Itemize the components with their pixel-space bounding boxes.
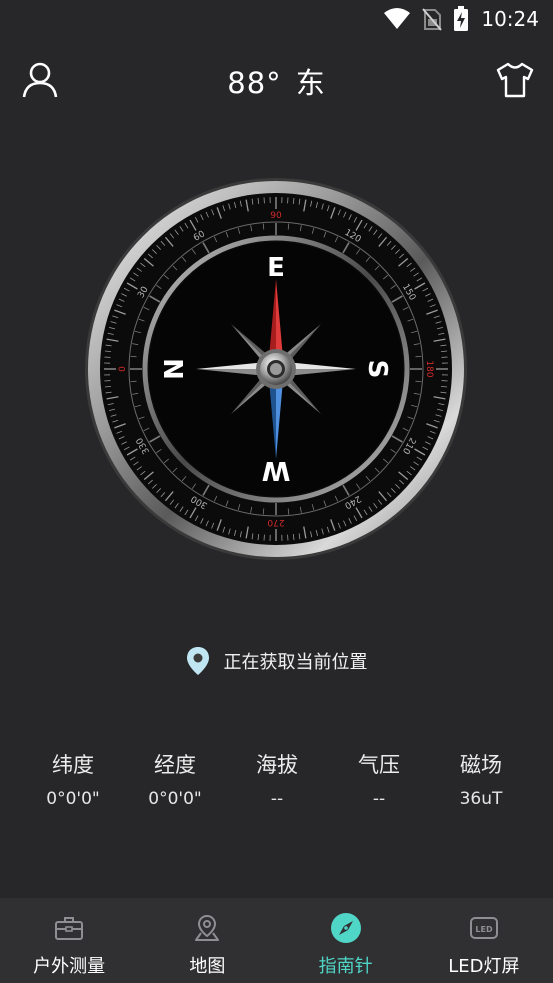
compass-degree-label: 180 bbox=[424, 360, 434, 377]
compass-cardinal-right: S bbox=[362, 360, 392, 379]
compass-degree-label: 90 bbox=[270, 211, 282, 221]
compass-cardinal-bottom: W bbox=[262, 455, 291, 485]
compass-icon bbox=[330, 913, 361, 943]
svg-text:LED: LED bbox=[475, 925, 493, 934]
compass-inner-tick bbox=[262, 223, 265, 230]
status-time: 10:24 bbox=[481, 7, 539, 31]
stat-label: 经度 bbox=[154, 753, 196, 777]
heading-degrees: 88° bbox=[227, 66, 282, 100]
nav-label: LED灯屏 bbox=[448, 956, 520, 977]
compass-degree-label: 270 bbox=[267, 517, 284, 527]
stat-longitude: 经度 0°0'0" bbox=[124, 748, 226, 812]
stat-value: -- bbox=[270, 789, 284, 809]
bottom-nav: 户外测量 地图 指南针 LED LED灯屏 bbox=[0, 898, 553, 983]
compass-inner-tick bbox=[415, 355, 422, 358]
stat-label: 气压 bbox=[358, 753, 400, 777]
status-bar: 10:24 bbox=[0, 0, 553, 38]
compass-svg: 0306090120150180210240270300330 ESWN bbox=[85, 178, 467, 560]
nav-item-outdoor-measure[interactable]: 户外测量 bbox=[0, 898, 138, 983]
stat-value: 0°0'0" bbox=[148, 789, 202, 809]
nav-item-map[interactable]: 地图 bbox=[138, 898, 276, 983]
location-text: 正在获取当前位置 bbox=[223, 652, 368, 673]
compass-cardinal-left: N bbox=[160, 358, 190, 380]
stat-latitude: 纬度 0°0'0" bbox=[22, 748, 124, 812]
compass-dial[interactable]: 0 30 60 90 120 150 180 210 240 270 300 330 bbox=[83, 176, 469, 562]
battery-charging-icon bbox=[454, 6, 469, 31]
nav-label: 地图 bbox=[189, 956, 226, 977]
skin-button[interactable] bbox=[493, 58, 537, 102]
nav-label: 户外测量 bbox=[33, 956, 106, 977]
stat-altitude: 海拔 -- bbox=[226, 748, 328, 812]
shirt-icon bbox=[496, 62, 534, 98]
compass-degree-label: 0 bbox=[118, 366, 128, 372]
stat-magnetic-field: 磁场 36uT bbox=[430, 748, 532, 812]
compass-cardinal-top: E bbox=[267, 253, 285, 283]
map-pin-icon bbox=[195, 914, 220, 941]
stat-value: 0°0'0" bbox=[46, 789, 100, 809]
stat-value: -- bbox=[372, 789, 386, 809]
compass-hub-dot bbox=[270, 363, 282, 375]
stat-pressure: 气压 -- bbox=[328, 748, 430, 812]
compass-inner-tick bbox=[130, 355, 137, 358]
compass-inner-tick bbox=[287, 223, 290, 230]
nav-label: 指南针 bbox=[318, 956, 373, 977]
nav-item-led-screen[interactable]: LED LED灯屏 bbox=[415, 898, 553, 983]
location-pin-icon bbox=[186, 647, 209, 675]
header: 88° 东 bbox=[0, 52, 553, 108]
heading-direction: 东 bbox=[295, 66, 326, 100]
led-icon: LED bbox=[469, 917, 498, 939]
location-status: 正在获取当前位置 bbox=[0, 646, 553, 676]
heading-readout: 88° 东 bbox=[0, 60, 553, 102]
compass-inner-tick bbox=[287, 508, 290, 515]
stat-label: 海拔 bbox=[256, 753, 298, 777]
sensor-stats: 纬度 0°0'0" 经度 0°0'0" 海拔 -- 气压 -- 磁场 36uT bbox=[22, 748, 532, 812]
toolbox-icon bbox=[55, 917, 84, 940]
compass-inner-tick bbox=[262, 508, 265, 515]
wifi-icon bbox=[384, 8, 411, 29]
no-sim-icon bbox=[422, 8, 443, 31]
stat-value: 36uT bbox=[459, 789, 503, 809]
compass-inner-tick bbox=[415, 380, 422, 383]
stat-label: 磁场 bbox=[460, 753, 502, 777]
nav-item-compass[interactable]: 指南针 bbox=[277, 898, 415, 983]
compass-inner-tick bbox=[130, 380, 137, 383]
stat-label: 纬度 bbox=[52, 753, 94, 777]
